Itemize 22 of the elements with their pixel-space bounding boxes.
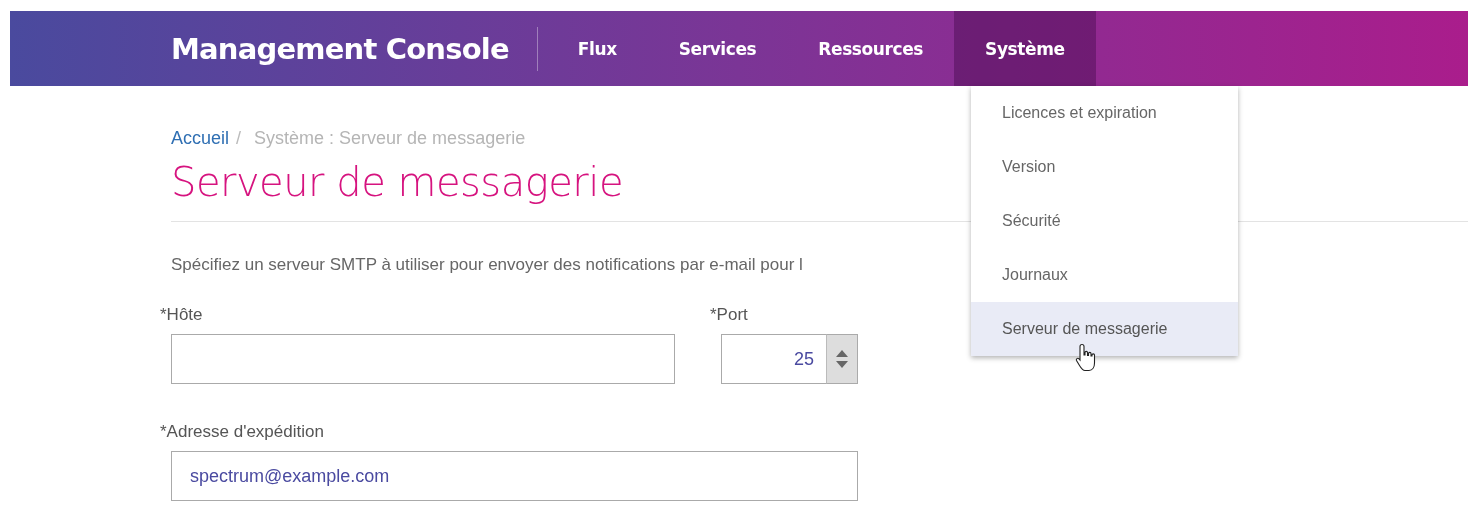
port-field[interactable]: 25 (721, 334, 826, 384)
nav-tab[interactable]: Flux (546, 11, 648, 86)
field-label: *Hôte (160, 305, 204, 326)
field-label: *Adresse d'expédition (160, 422, 325, 443)
breadcrumb-link[interactable]: Accueil (171, 127, 230, 149)
nav-tab[interactable]: Services (647, 11, 788, 86)
menu-item[interactable]: Version (971, 140, 1238, 194)
sender-address-field[interactable]: spectrum@example.com (171, 451, 858, 501)
page-heading: Serveur de messagerie (171, 158, 623, 207)
description-text: Spécifiez un serveur SMTP à utiliser pour envoyer des notifications par e-mail pour l (171, 255, 803, 275)
nav-tab[interactable]: Ressources (787, 11, 955, 86)
host-field[interactable] (171, 334, 675, 384)
menu-item[interactable]: Licences et expiration (971, 86, 1238, 140)
menu-item[interactable]: Sécurité (971, 194, 1238, 248)
menu-item[interactable]: Journaux (971, 248, 1238, 302)
breadcrumb-current: Système : Serveur de messagerie (254, 127, 526, 149)
app-title: Management Console (171, 31, 509, 66)
spinner-arrows-icon[interactable] (826, 334, 858, 384)
field-label: *Port (710, 305, 749, 326)
menu-item[interactable]: Serveur de messagerie (971, 302, 1238, 356)
nav-tab[interactable]: Système (954, 11, 1096, 86)
breadcrumb-separator: / (236, 127, 242, 149)
